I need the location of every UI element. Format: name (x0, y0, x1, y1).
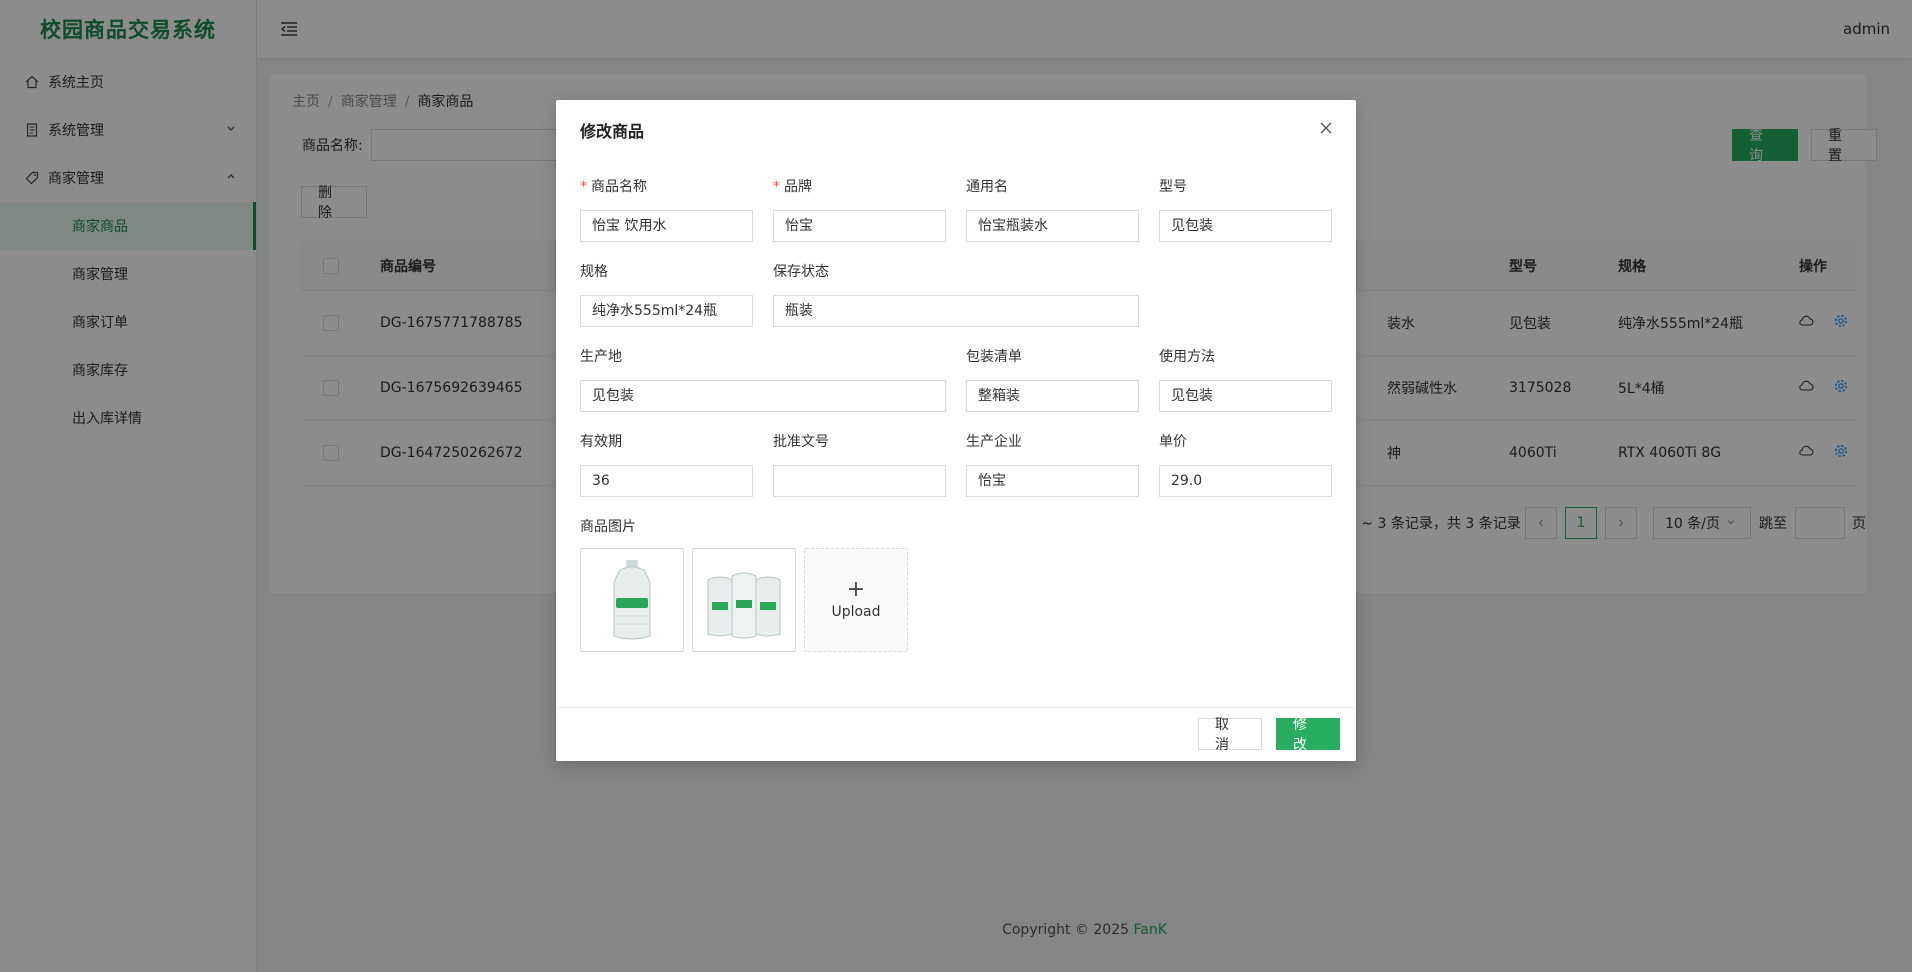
required-mark: * (773, 179, 780, 195)
field-label: 品牌 (784, 179, 812, 195)
plus-icon: + (846, 577, 866, 602)
goods-image-thumbnail[interactable] (692, 548, 796, 652)
upload-button[interactable]: + Upload (804, 548, 908, 652)
field-origin: 生产地 见包装 (580, 346, 946, 412)
brand-input[interactable]: 怡宝 (773, 210, 946, 242)
validity-input[interactable]: 36 (580, 465, 753, 497)
common-name-input[interactable]: 怡宝瓶装水 (966, 210, 1139, 242)
field-usage: 使用方法 见包装 (1159, 346, 1332, 412)
field-spec: 规格 纯净水555ml*24瓶 (580, 261, 753, 327)
water-bottle-image (613, 560, 651, 640)
field-label: 批准文号 (773, 434, 829, 450)
field-label: 型号 (1159, 179, 1187, 195)
modal-title: 修改商品 (580, 122, 645, 141)
packing-input[interactable]: 整箱装 (966, 380, 1139, 412)
field-brand: * 品牌 怡宝 (773, 176, 946, 242)
approval-input[interactable] (773, 465, 946, 497)
cancel-button[interactable]: 取 消 (1198, 717, 1262, 753)
field-label: 使用方法 (1159, 349, 1215, 365)
modal-footer: 取 消 修 改 (556, 707, 1356, 761)
spec-input[interactable]: 纯净水555ml*24瓶 (580, 295, 753, 327)
field-label: 有效期 (580, 434, 622, 450)
water-bottles-pack-image (707, 572, 781, 639)
field-storage: 保存状态 瓶装 (773, 261, 1139, 327)
goods-image-thumbnail[interactable] (580, 548, 684, 652)
field-label: 生产地 (580, 349, 622, 365)
model-input[interactable]: 见包装 (1159, 210, 1332, 242)
field-label: 规格 (580, 264, 608, 280)
field-label: 商品名称 (591, 179, 647, 195)
field-price: 单价 29.0 (1159, 431, 1332, 497)
field-label: 保存状态 (773, 264, 829, 280)
field-validity: 有效期 36 (580, 431, 753, 497)
field-images: 商品图片 (580, 516, 636, 538)
field-goods-name: * 商品名称 怡宝 饮用水 (580, 176, 753, 242)
field-label: 商品图片 (580, 519, 636, 535)
price-input[interactable]: 29.0 (1159, 465, 1332, 497)
storage-input[interactable]: 瓶装 (773, 295, 1139, 327)
edit-goods-modal: 修改商品 * 商品名称 怡宝 饮用水 * 品牌 怡宝 通用名 怡宝瓶装水 型号 见包… (556, 100, 1356, 761)
close-icon[interactable] (1318, 120, 1334, 136)
field-manufacturer: 生产企业 怡宝 (966, 431, 1139, 497)
field-packing: 包装清单 整箱装 (966, 346, 1139, 412)
field-label: 包装清单 (966, 349, 1022, 365)
goods-name-input[interactable]: 怡宝 饮用水 (580, 210, 753, 242)
origin-input[interactable]: 见包装 (580, 380, 946, 412)
upload-label: Upload (831, 604, 881, 620)
field-label: 单价 (1159, 434, 1187, 450)
required-mark: * (580, 179, 587, 195)
field-label: 生产企业 (966, 434, 1022, 450)
field-model: 型号 见包装 (1159, 176, 1332, 242)
field-label: 通用名 (966, 179, 1008, 195)
field-common-name: 通用名 怡宝瓶装水 (966, 176, 1139, 242)
submit-button[interactable]: 修 改 (1276, 717, 1340, 753)
manufacturer-input[interactable]: 怡宝 (966, 465, 1139, 497)
field-approval: 批准文号 (773, 431, 946, 497)
usage-input[interactable]: 见包装 (1159, 380, 1332, 412)
